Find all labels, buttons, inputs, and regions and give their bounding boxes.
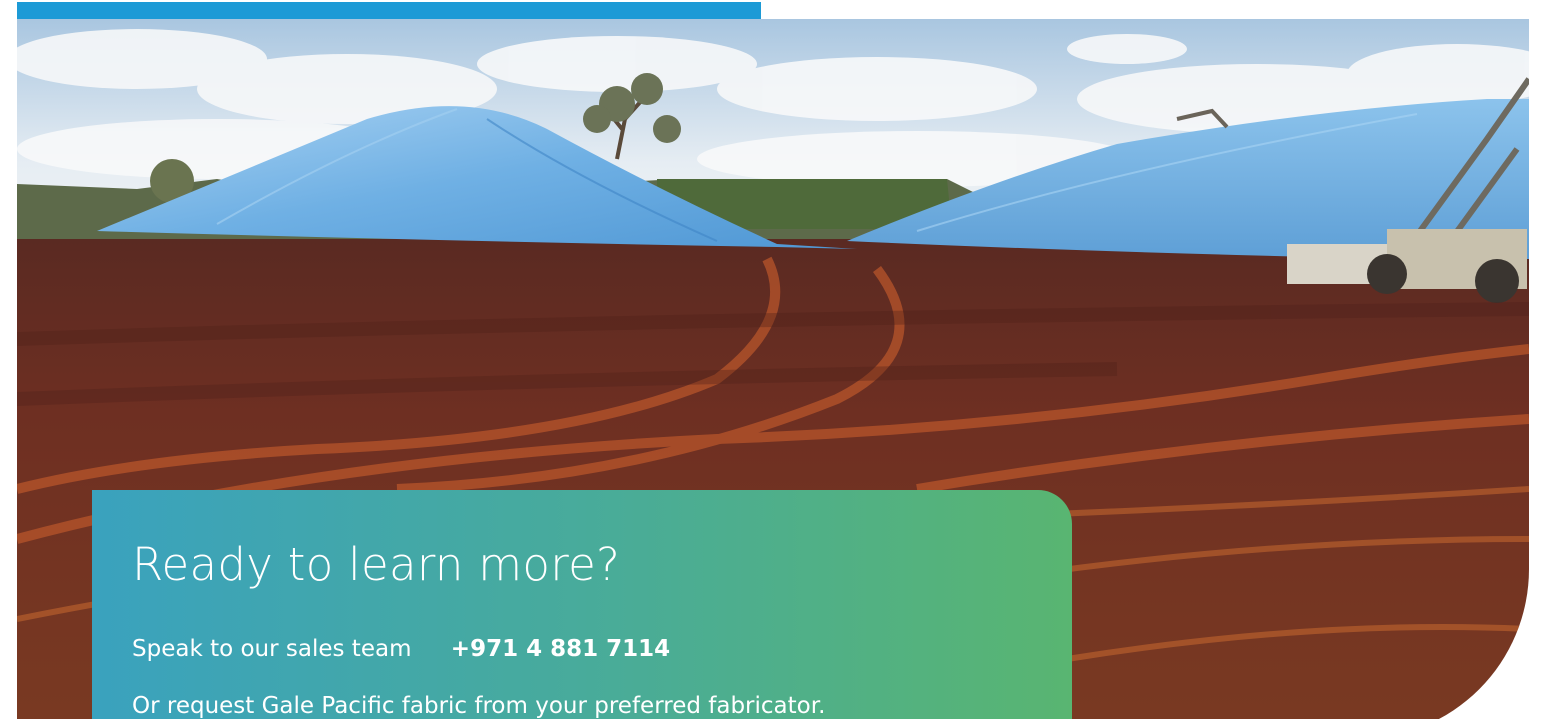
- page: Ready to learn more? Speak to our sales …: [0, 0, 1541, 719]
- fabricator-text: Or request Gale Pacific fabric from your…: [132, 693, 826, 719]
- top-accent-bar: [17, 2, 761, 19]
- cta-panel: Ready to learn more? Speak to our sales …: [92, 490, 1072, 719]
- sales-phone-link[interactable]: +971 4 881 7114: [451, 636, 670, 662]
- sales-label: Speak to our sales team: [132, 636, 412, 662]
- sales-contact-line: Speak to our sales team +971 4 881 7114: [132, 636, 670, 662]
- cta-title: Ready to learn more?: [132, 538, 621, 591]
